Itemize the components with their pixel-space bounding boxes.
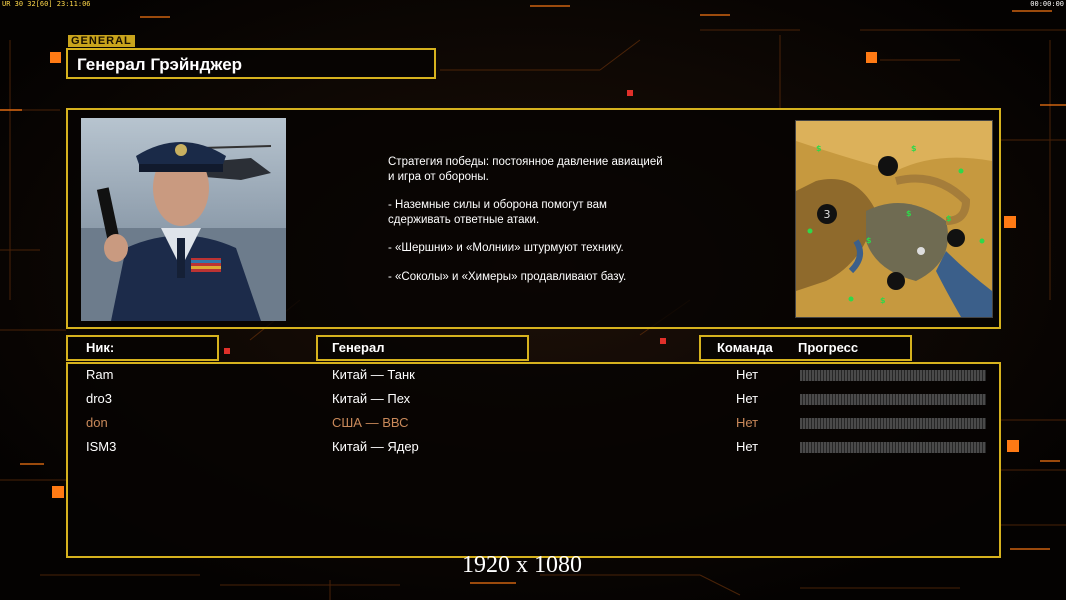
supply-marker: $ bbox=[816, 144, 822, 153]
supply-marker: $ bbox=[946, 214, 952, 223]
hud-stats: UR 30 32[60] 23:11:06 bbox=[2, 0, 91, 8]
column-header-team-progress: Команда Прогресс bbox=[699, 335, 912, 361]
general-portrait-icon bbox=[81, 118, 286, 321]
column-header-team: Команда bbox=[717, 340, 773, 355]
player-team: Нет bbox=[736, 367, 759, 382]
description-line: - «Соколы» и «Химеры» продавливают базу. bbox=[388, 270, 627, 283]
player-list: Ram Китай — Танк Нет dro3 Китай — Пех Нет don С… bbox=[66, 362, 1001, 558]
supply-marker: $ bbox=[866, 236, 872, 245]
player-nick: don bbox=[86, 415, 108, 430]
player-row[interactable]: dro3 Китай — Пех Нет bbox=[68, 390, 999, 414]
description-line: Стратегия победы: постоянное давление ав… bbox=[388, 156, 663, 183]
general-info-panel: Стратегия победы: постоянное давление ав… bbox=[66, 108, 1001, 329]
supply-marker: $ bbox=[911, 144, 917, 153]
title-panel: Генерал Грэйнджер bbox=[66, 48, 436, 79]
player-team: Нет bbox=[736, 415, 759, 430]
map-preview: 3 $ $ $ $ $ $ bbox=[795, 120, 993, 318]
player-nick: ISM3 bbox=[86, 439, 117, 454]
player-progress-bar bbox=[800, 394, 986, 405]
page-title: Генерал Грэйнджер bbox=[77, 55, 243, 74]
player-row[interactable]: Ram Китай — Танк Нет bbox=[68, 366, 999, 390]
section-tag: GENERAL bbox=[68, 35, 135, 47]
map-start-marker: 3 bbox=[824, 208, 831, 221]
player-general: Китай — Ядер bbox=[332, 439, 419, 454]
player-nick: Ram bbox=[86, 367, 114, 382]
hud-clock: 00:00:00 bbox=[1030, 0, 1064, 8]
description-line: - «Шершни» и «Молнии» штурмуют технику. bbox=[388, 242, 624, 254]
supply-marker: $ bbox=[880, 296, 886, 305]
player-team: Нет bbox=[736, 391, 759, 406]
player-general: США — ВВС bbox=[332, 415, 409, 430]
column-header-progress: Прогресс bbox=[798, 340, 859, 355]
player-team: Нет bbox=[736, 439, 759, 454]
description-line: - Наземные силы и оборона помогут вам сд… bbox=[388, 199, 607, 226]
resolution-label: 1920 x 1080 bbox=[462, 552, 582, 578]
player-row[interactable]: don США — ВВС Нет bbox=[68, 414, 999, 438]
player-progress-bar bbox=[800, 442, 986, 453]
player-general: Китай — Пех bbox=[332, 391, 411, 406]
player-nick: dro3 bbox=[86, 391, 113, 406]
player-row[interactable]: ISM3 Китай — Ядер Нет bbox=[68, 438, 999, 462]
supply-marker: $ bbox=[906, 209, 912, 218]
player-progress-bar bbox=[800, 370, 986, 381]
player-general: Китай — Танк bbox=[332, 367, 415, 382]
general-description: Стратегия победы: постоянное давление ав… bbox=[388, 155, 748, 298]
column-header-nick: Ник: bbox=[66, 335, 219, 361]
column-header-general: Генерал bbox=[316, 335, 529, 361]
player-progress-bar bbox=[800, 418, 986, 429]
